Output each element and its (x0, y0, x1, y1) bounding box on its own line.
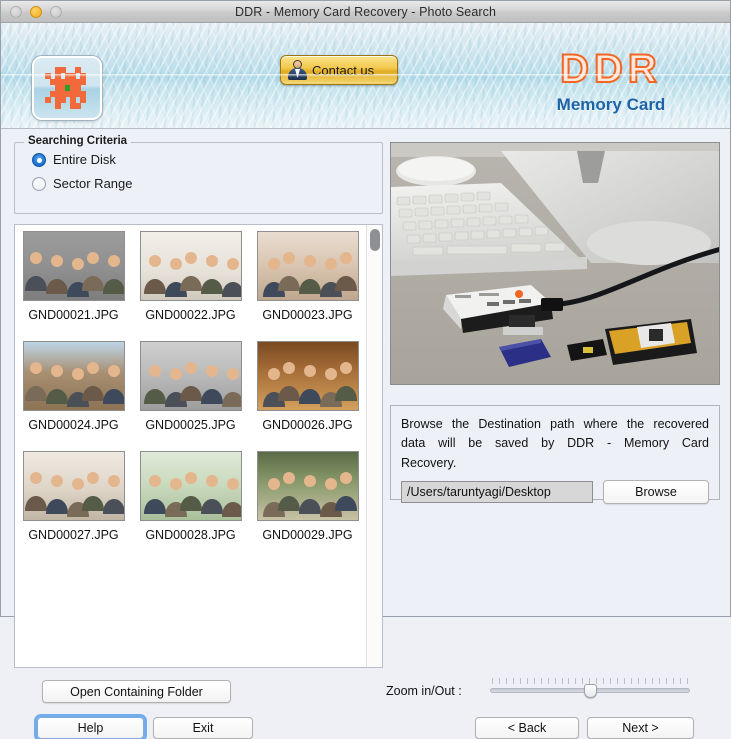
thumbnail-filename: GND00023.JPG (262, 308, 353, 322)
thumbnail-row: GND00021.JPG GND00022.JPG GND00023.JPG (15, 231, 366, 341)
thumbnail-scrollbar[interactable] (366, 225, 382, 667)
thumbnail-photo-graphic (143, 362, 241, 407)
thumbnail-image[interactable] (139, 341, 242, 411)
zoom-slider[interactable] (490, 678, 690, 704)
thumbnail-item[interactable]: GND00025.JPG (132, 341, 249, 451)
radio-sector-range-label: Sector Range (53, 176, 133, 191)
thumbnail-filename: GND00028.JPG (145, 528, 236, 542)
thumbnail-item[interactable]: GND00027.JPG (15, 451, 132, 561)
thumbnail-image[interactable] (256, 451, 359, 521)
thumbnail-item[interactable]: GND00023.JPG (249, 231, 366, 341)
thumbnail-photo-graphic (24, 362, 124, 407)
thumbnail-image[interactable] (256, 341, 359, 411)
thumbnail-item[interactable]: GND00026.JPG (249, 341, 366, 451)
contact-us-button[interactable]: Contact us (280, 55, 398, 85)
open-containing-folder-button[interactable]: Open Containing Folder (42, 680, 231, 703)
thumbnail-photo-graphic (262, 252, 357, 297)
thumbnail-image[interactable] (22, 231, 125, 301)
searching-criteria-group: Searching Criteria Entire Disk Sector Ra… (14, 135, 383, 214)
thumbnail-item[interactable]: GND00028.JPG (132, 451, 249, 561)
radio-entire-disk[interactable]: Entire Disk (32, 152, 382, 167)
destination-path-input[interactable]: /Users/taruntyagi/Desktop (401, 481, 593, 504)
thumbnail-image[interactable] (139, 451, 242, 521)
header-banner: Contact us DDR Memory Card (1, 23, 730, 129)
thumbnail-image[interactable] (256, 231, 359, 301)
browse-button[interactable]: Browse (603, 480, 709, 505)
thumbnail-filename: GND00026.JPG (262, 418, 353, 432)
checkerboard-flower-icon (45, 67, 89, 109)
app-logo-icon (32, 56, 102, 120)
thumbnail-item[interactable]: GND00022.JPG (132, 231, 249, 341)
thumbnail-item[interactable]: GND00021.JPG (15, 231, 132, 341)
thumbnail-row: GND00024.JPG GND00025.JPG GND00026.JPG (15, 341, 366, 451)
brand-secondary: Memory Card (556, 95, 666, 114)
radio-entire-disk-label: Entire Disk (53, 152, 116, 167)
thumbnail-photo-graphic (143, 252, 241, 297)
radio-entire-disk-indicator[interactable] (32, 152, 46, 167)
thumbnail-grid: GND00021.JPG GND00022.JPG GND00023.JPG GND0… (15, 225, 366, 667)
main-content: Searching Criteria Entire Disk Sector Ra… (1, 129, 730, 739)
brand-primary: DDR (559, 47, 662, 91)
window-title: DDR - Memory Card Recovery - Photo Searc… (234, 4, 497, 19)
title-bar: DDR - Memory Card Recovery - Photo Searc… (1, 1, 730, 23)
destination-panel: Browse the Destination path where the re… (390, 405, 720, 505)
radio-sector-range-indicator[interactable] (32, 176, 46, 191)
thumbnail-filename: GND00025.JPG (145, 418, 236, 432)
thumbnail-filename: GND00029.JPG (262, 528, 353, 542)
destination-description: Browse the Destination path where the re… (401, 417, 709, 470)
zoom-slider-label: Zoom in/Out : (386, 684, 462, 698)
searching-criteria-legend: Searching Criteria (24, 135, 132, 147)
thumbnail-photo-graphic (24, 472, 124, 517)
thumbnail-filename: GND00022.JPG (145, 308, 236, 322)
thumbnail-photo-graphic (24, 252, 124, 297)
radio-sector-range[interactable]: Sector Range (32, 176, 382, 191)
thumbnail-image[interactable] (22, 341, 125, 411)
preview-image (390, 142, 720, 385)
thumbnail-image[interactable] (139, 231, 242, 301)
thumbnail-photo-graphic (143, 472, 241, 517)
destination-path-row: /Users/taruntyagi/Desktop Browse (401, 480, 709, 505)
contact-us-label: Contact us (312, 62, 375, 78)
app-window: DDR - Memory Card Recovery - Photo Searc… (0, 0, 731, 739)
help-button[interactable]: Help (37, 717, 144, 739)
thumbnail-list-panel: GND00021.JPG GND00022.JPG GND00023.JPG GND0… (14, 224, 383, 668)
back-button[interactable]: < Back (475, 717, 579, 739)
next-button[interactable]: Next > (587, 717, 694, 739)
zoom-slider-thumb[interactable] (583, 684, 597, 698)
thumbnail-row: GND00027.JPG GND00028.JPG GND00029.JPG (15, 451, 366, 561)
scrollbar-thumb[interactable] (370, 229, 380, 251)
thumbnail-item[interactable]: GND00029.JPG (249, 451, 366, 561)
thumbnail-filename: GND00024.JPG (28, 418, 119, 432)
thumbnail-image[interactable] (22, 451, 125, 521)
thumbnail-item[interactable]: GND00024.JPG (15, 341, 132, 451)
thumbnail-filename: GND00027.JPG (28, 528, 119, 542)
thumbnail-photo-graphic (262, 362, 357, 407)
thumbnail-photo-graphic (262, 472, 357, 517)
thumbnail-filename: GND00021.JPG (28, 308, 119, 322)
person-icon (288, 60, 307, 80)
exit-button[interactable]: Exit (153, 717, 253, 739)
brand-logo: DDR Memory Card (516, 47, 706, 115)
memory-card-reader-photo (391, 143, 719, 384)
